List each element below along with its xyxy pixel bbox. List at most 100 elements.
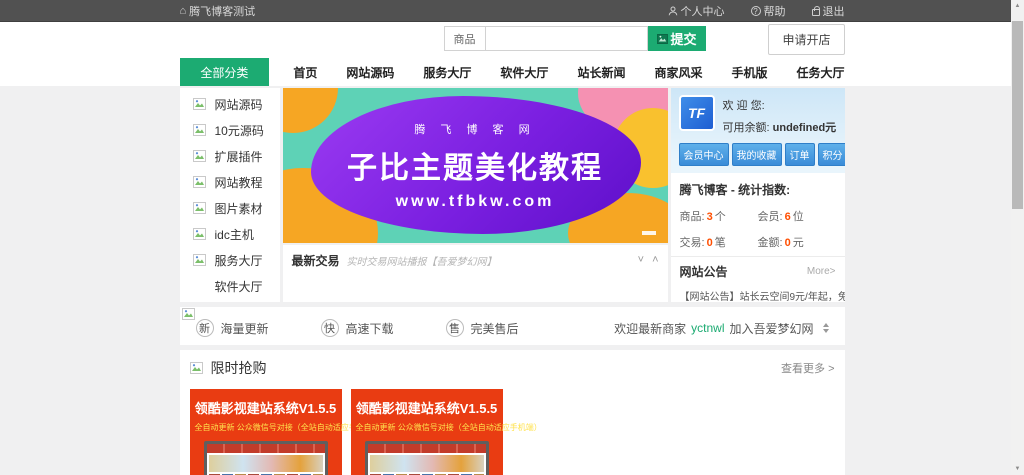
nav-item-mobile-version[interactable]: 手机版 (731, 64, 767, 81)
points-button[interactable]: 积分 (818, 143, 845, 166)
view-more-link[interactable]: 查看更多 > (781, 360, 834, 376)
trades-subtitle: 实时交易网站播报【吾爱梦幻网】 (347, 253, 497, 268)
welcome-prefix: 欢迎最新商家 (614, 320, 686, 337)
sidebar-item-software-hall[interactable]: 软件大厅 (180, 273, 280, 299)
member-center-button[interactable]: 会员中心 (679, 143, 729, 166)
notice-item[interactable]: 【网站公告】站长云空间9元/年起，免费... [01/20] (680, 288, 836, 302)
stat-products: 商品:3个 (680, 208, 758, 224)
search-input[interactable] (485, 26, 648, 51)
search-submit-button[interactable]: 提交 (648, 26, 706, 51)
product-card[interactable]: 领酷影视建站系统V1.5.5 全自动更新 公众微信号对接（全站自动适应手机端） (190, 389, 342, 475)
orders-button[interactable]: 订单 (785, 143, 815, 166)
help-link[interactable]: ? 帮助 (751, 3, 786, 19)
scrollbar-thumb[interactable] (1012, 21, 1023, 209)
stat-amount: 金额:0元 (758, 234, 836, 250)
sidebar-label: 软件大厅 (215, 278, 263, 295)
person-icon (668, 6, 678, 16)
page-scrollbar[interactable]: ▲ ▼ (1011, 0, 1024, 475)
all-categories-button[interactable]: 全部分类 (180, 58, 270, 86)
user-center-link[interactable]: 个人中心 (668, 3, 725, 19)
welcome-suffix: 加入吾爱梦幻网 (729, 320, 813, 337)
balance-value: undefined元 (773, 122, 837, 134)
ticker-up-icon[interactable] (823, 323, 829, 327)
nav-item-service-hall[interactable]: 服务大厅 (423, 64, 471, 81)
product-screenshot (365, 441, 489, 475)
home-icon: ⌂ (180, 6, 187, 17)
banner-title: 子比主题美化教程 (347, 143, 603, 187)
merchant-name-link[interactable]: yctnwl (691, 321, 724, 335)
center-column: 腾 飞 博 客 网 子比主题美化教程 www.tfbkw.com 最新交易 实时… (283, 88, 668, 302)
category-sidebar: 网站源码 10元源码 扩展插件 网站教程 图片素材 idc主机 服务大厅 软件 (180, 88, 280, 302)
sidebar-item-plugins[interactable]: 扩展插件 (180, 143, 280, 169)
avatar[interactable]: TF (679, 95, 715, 131)
product-subtitle: 全自动更新 公众微信号对接（全站自动适应手机端） (356, 422, 498, 433)
topbar: ⌂ 腾飞博客测试 个人中心 ? 帮助 退出 (0, 0, 1024, 22)
nav-item-merchant-style[interactable]: 商家风采 (654, 64, 702, 81)
open-shop-button[interactable]: 申请开店 (768, 24, 844, 55)
product-title: 领酷影视建站系统V1.5.5 (356, 398, 498, 417)
latest-trades-panel: 最新交易 实时交易网站播报【吾爱梦幻网】 ˅ ˄ (283, 245, 668, 302)
feature-strip: 新 海量更新 快 高速下载 售 完美售后 欢迎最新商家 yctnwl 加入吾爱梦… (180, 307, 845, 345)
broken-image-icon (193, 150, 206, 162)
site-notice-section: 网站公告 More> 【网站公告】站长云空间9元/年起，免费... [01/20… (671, 256, 845, 302)
help-icon: ? (751, 6, 761, 16)
broken-image-icon (182, 308, 195, 320)
logout-label: 退出 (823, 3, 845, 19)
balance-line: 可用余额: undefined元 (723, 119, 837, 135)
sidebar-item-service-hall[interactable]: 服务大厅 (180, 247, 280, 273)
broken-image-icon (657, 34, 668, 44)
sidebar-label: idc主机 (215, 226, 254, 243)
sidebar-label: 网站源码 (215, 96, 263, 113)
sidebar-item-source-code[interactable]: 网站源码 (180, 91, 280, 117)
screenshot-banner (209, 455, 323, 472)
nav-item-webmaster-news[interactable]: 站长新闻 (577, 64, 625, 81)
user-info-section: TF 欢 迎 您: 可用余额: undefined元 会员中心 我的收藏 订单 … (671, 88, 845, 173)
logout-link[interactable]: 退出 (812, 3, 845, 19)
trades-title: 最新交易 (292, 252, 340, 269)
broken-image-icon (193, 228, 206, 240)
scroll-up-icon[interactable]: ▲ (1011, 0, 1024, 12)
broken-image-icon (193, 176, 206, 188)
flash-sale-panel: 限时抢购 查看更多 > 领酷影视建站系统V1.5.5 全自动更新 公众微信号对接… (180, 350, 845, 475)
feature-label: 高速下载 (346, 320, 394, 337)
banner-brand: 腾 飞 博 客 网 (414, 121, 535, 137)
nav-item-home[interactable]: 首页 (293, 64, 317, 81)
chevron-down-icon[interactable]: ˅ (638, 255, 644, 266)
nav-item-task-hall[interactable]: 任务大厅 (796, 64, 844, 81)
balance-label: 可用余额: (723, 122, 770, 134)
screenshot-navbar (368, 444, 486, 453)
user-center-label: 个人中心 (681, 3, 725, 19)
feature-label: 完美售后 (471, 320, 519, 337)
search-category-select[interactable]: 商品 (444, 26, 485, 51)
carousel-indicator[interactable] (642, 231, 656, 235)
broken-image-icon (193, 254, 206, 266)
sidebar-item-idc-host[interactable]: idc主机 (180, 221, 280, 247)
sidebar-item-10yuan-source[interactable]: 10元源码 (180, 117, 280, 143)
sidebar-label: 服务大厅 (215, 252, 263, 269)
notice-more-link[interactable]: More> (807, 266, 836, 277)
product-screenshot (204, 441, 328, 475)
main-content: 网站源码 10元源码 扩展插件 网站教程 图片素材 idc主机 服务大厅 软件 (180, 88, 845, 302)
product-card[interactable]: 领酷影视建站系统V1.5.5 全自动更新 公众微信号对接（全站自动适应手机端） (351, 389, 503, 475)
flash-sale-title: 限时抢购 (211, 358, 267, 378)
nav-item-software-hall[interactable]: 软件大厅 (500, 64, 548, 81)
chevron-up-icon[interactable]: ˄ (652, 255, 658, 266)
help-label: 帮助 (764, 3, 786, 19)
scroll-down-icon[interactable]: ▼ (1011, 463, 1024, 475)
feature-label: 海量更新 (221, 320, 269, 337)
feature-after-sales: 售 完美售后 (446, 319, 519, 337)
banner-carousel[interactable]: 腾 飞 博 客 网 子比主题美化教程 www.tfbkw.com (283, 88, 668, 243)
favorites-button[interactable]: 我的收藏 (732, 143, 782, 166)
broken-image-icon (193, 202, 206, 214)
site-title-link[interactable]: ⌂ 腾飞博客测试 (180, 3, 256, 19)
ticker-down-icon[interactable] (823, 329, 829, 333)
feature-badge: 售 (446, 319, 464, 337)
search-bar: 商品 提交 (444, 26, 706, 51)
sidebar-item-image-material[interactable]: 图片素材 (180, 195, 280, 221)
lock-icon (812, 9, 820, 16)
sidebar-label: 10元源码 (215, 122, 264, 139)
sidebar-item-tutorials[interactable]: 网站教程 (180, 169, 280, 195)
site-stats-section: 腾飞博客 - 统计指数: 商品:3个 会员:6位 交易:0笔 金额:0元 (671, 173, 845, 256)
nav-item-source-code[interactable]: 网站源码 (346, 64, 394, 81)
banner-url: www.tfbkw.com (396, 193, 555, 211)
